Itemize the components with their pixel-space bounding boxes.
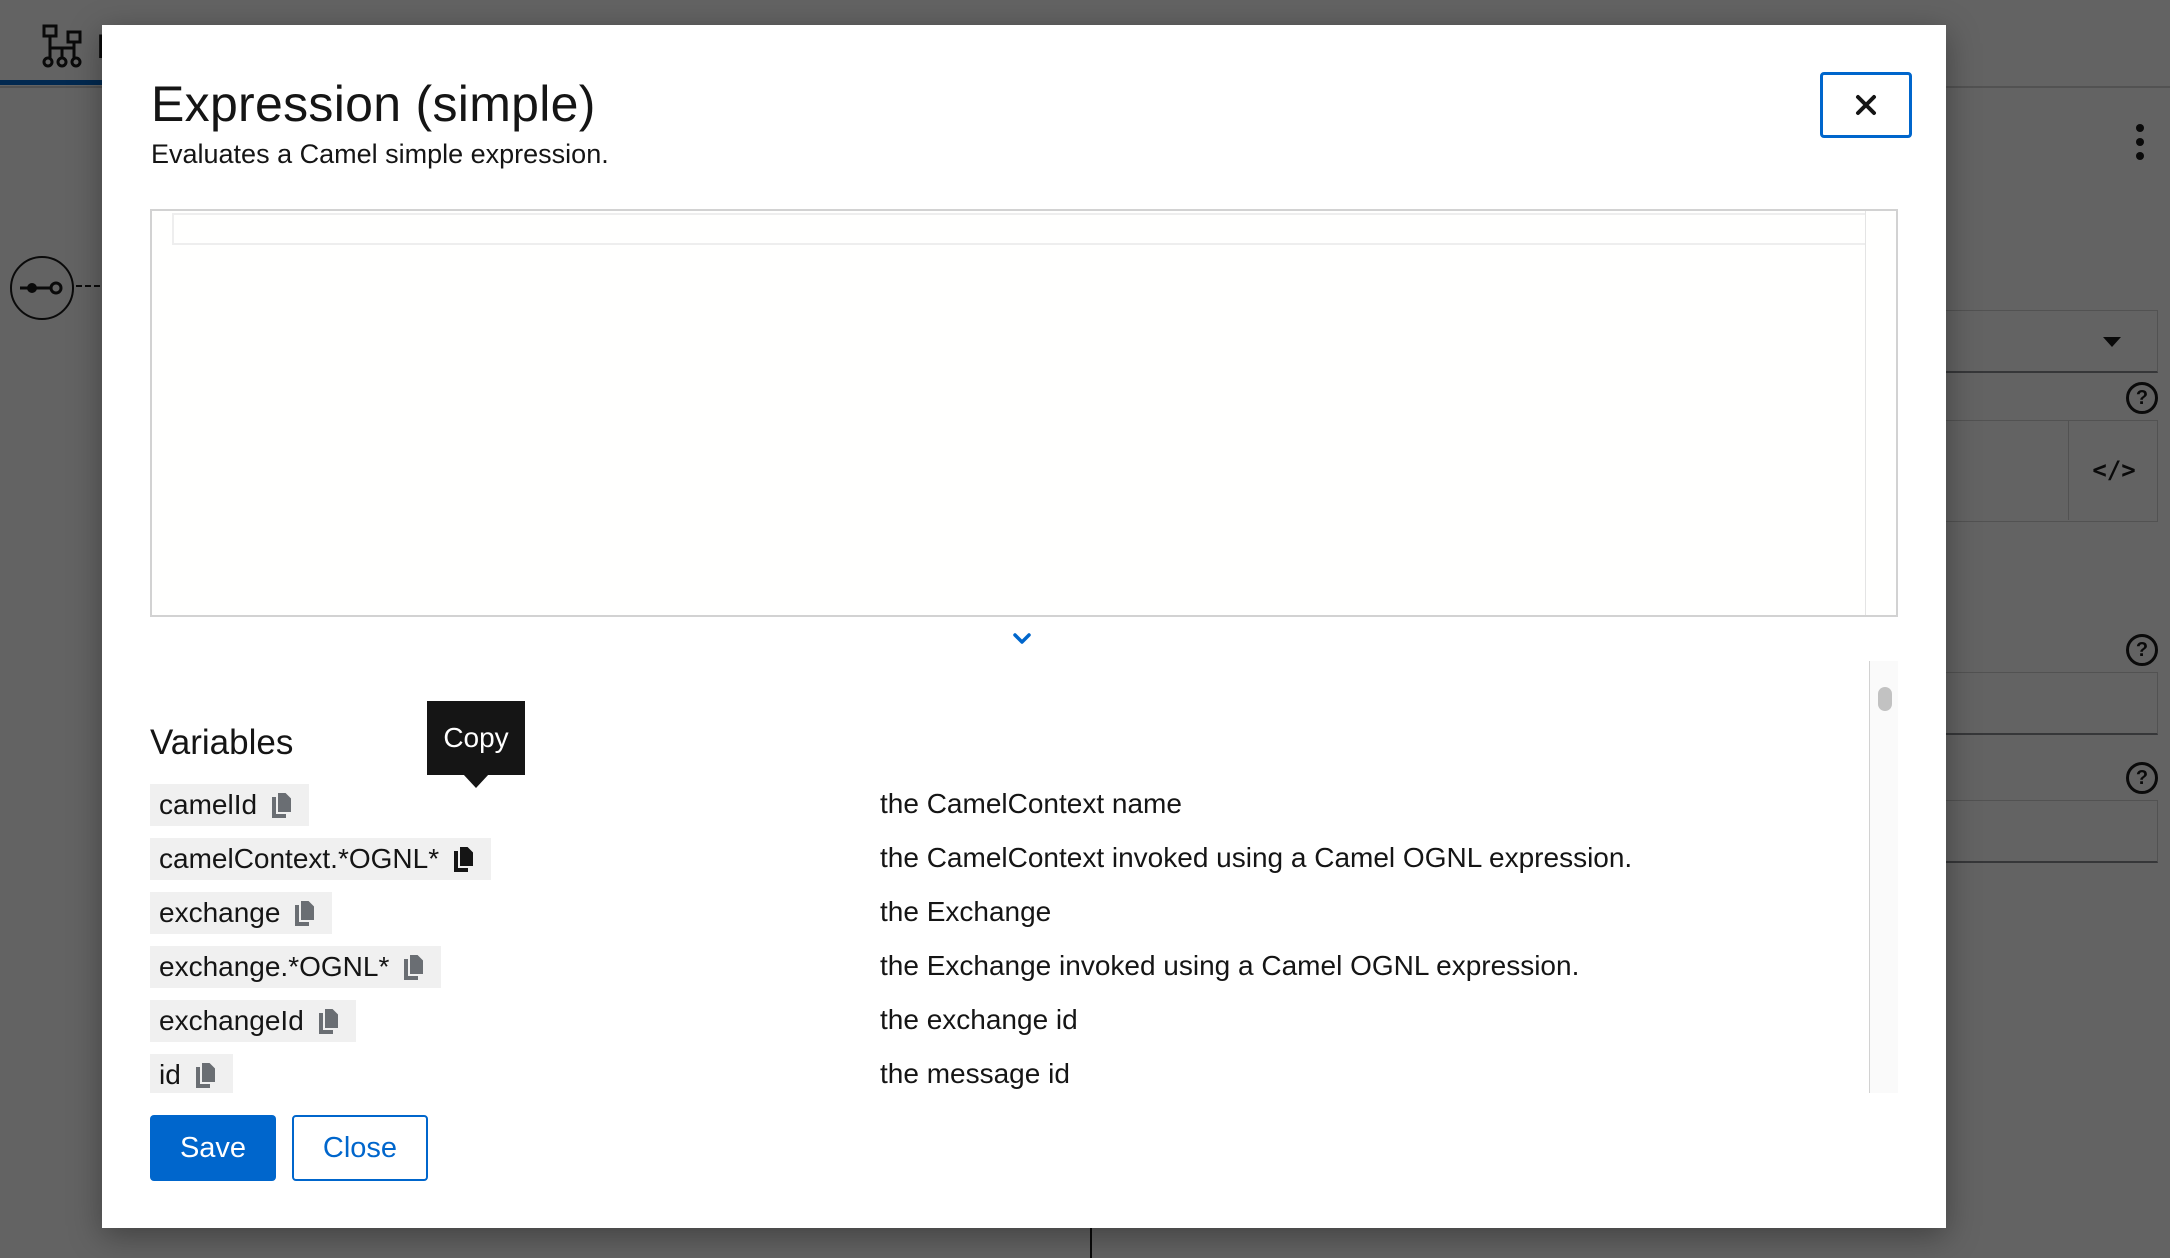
variable-description: the Exchange invoked using a Camel OGNL … bbox=[880, 950, 1580, 981]
variable-description: the CamelContext name bbox=[880, 788, 1182, 819]
modal-title: Expression (simple) bbox=[151, 76, 596, 132]
variable-description: the CamelContext invoked using a Camel O… bbox=[880, 842, 1633, 873]
variable-description: the exchange id bbox=[880, 1004, 1078, 1035]
variable-row: exchange the Exchange bbox=[150, 892, 1850, 934]
variable-chip: exchangeId bbox=[150, 1000, 356, 1042]
variable-description: the Exchange bbox=[880, 896, 1052, 927]
modal-close-button[interactable] bbox=[1820, 72, 1912, 138]
copy-icon[interactable] bbox=[403, 953, 426, 981]
variable-name: exchangeId bbox=[159, 1005, 304, 1036]
copy-icon[interactable] bbox=[271, 791, 294, 819]
close-button[interactable]: Close bbox=[292, 1115, 428, 1181]
variable-row: id the message id bbox=[150, 1054, 1850, 1093]
variables-panel: Variables camelId the CamelContext name … bbox=[150, 661, 1898, 1093]
variable-row: exchange.*OGNL* the Exchange invoked usi… bbox=[150, 946, 1850, 988]
copy-icon[interactable] bbox=[318, 1007, 340, 1035]
variable-chip: camelId bbox=[150, 784, 310, 826]
modal-description: Evaluates a Camel simple expression. bbox=[151, 139, 609, 169]
scrollbar-thumb[interactable] bbox=[1878, 687, 1892, 711]
editor-active-line[interactable] bbox=[172, 213, 1872, 245]
tooltip-arrow bbox=[463, 774, 489, 788]
editor-scrollbar[interactable] bbox=[1865, 211, 1896, 615]
copy-icon[interactable] bbox=[294, 899, 317, 927]
copy-tooltip: Copy bbox=[427, 701, 525, 788]
variable-chip: camelContext.*OGNL* bbox=[150, 838, 492, 880]
variable-row: camelId the CamelContext name bbox=[150, 784, 1850, 826]
copy-icon[interactable] bbox=[453, 845, 476, 873]
variable-name: camelContext.*OGNL* bbox=[159, 843, 440, 874]
save-button[interactable]: Save bbox=[150, 1115, 276, 1181]
expression-modal: Expression (simple) Evaluates a Camel si… bbox=[102, 25, 1946, 1228]
variable-chip: exchange bbox=[150, 892, 333, 934]
copy-icon[interactable] bbox=[195, 1061, 217, 1089]
tooltip-text: Copy bbox=[443, 722, 509, 753]
variable-chip: exchange.*OGNL* bbox=[150, 946, 442, 988]
variable-name: id bbox=[159, 1059, 181, 1090]
close-icon bbox=[1856, 95, 1876, 115]
variable-name: exchange bbox=[159, 897, 281, 928]
variable-row: camelContext.*OGNL* the CamelContext inv… bbox=[150, 838, 1850, 880]
variable-row: exchangeId the exchange id bbox=[150, 1000, 1850, 1042]
variables-scrollbar[interactable] bbox=[1869, 661, 1898, 1093]
chevron-down-icon bbox=[1013, 633, 1031, 644]
variable-chip: id bbox=[150, 1054, 233, 1093]
variable-name: exchange.*OGNL* bbox=[159, 951, 390, 982]
variable-name: camelId bbox=[159, 789, 258, 820]
variable-description: the message id bbox=[880, 1058, 1070, 1089]
expression-editor[interactable] bbox=[150, 209, 1898, 617]
variables-heading: Variables bbox=[150, 723, 294, 762]
expand-editor-toggle[interactable] bbox=[1006, 627, 1038, 651]
